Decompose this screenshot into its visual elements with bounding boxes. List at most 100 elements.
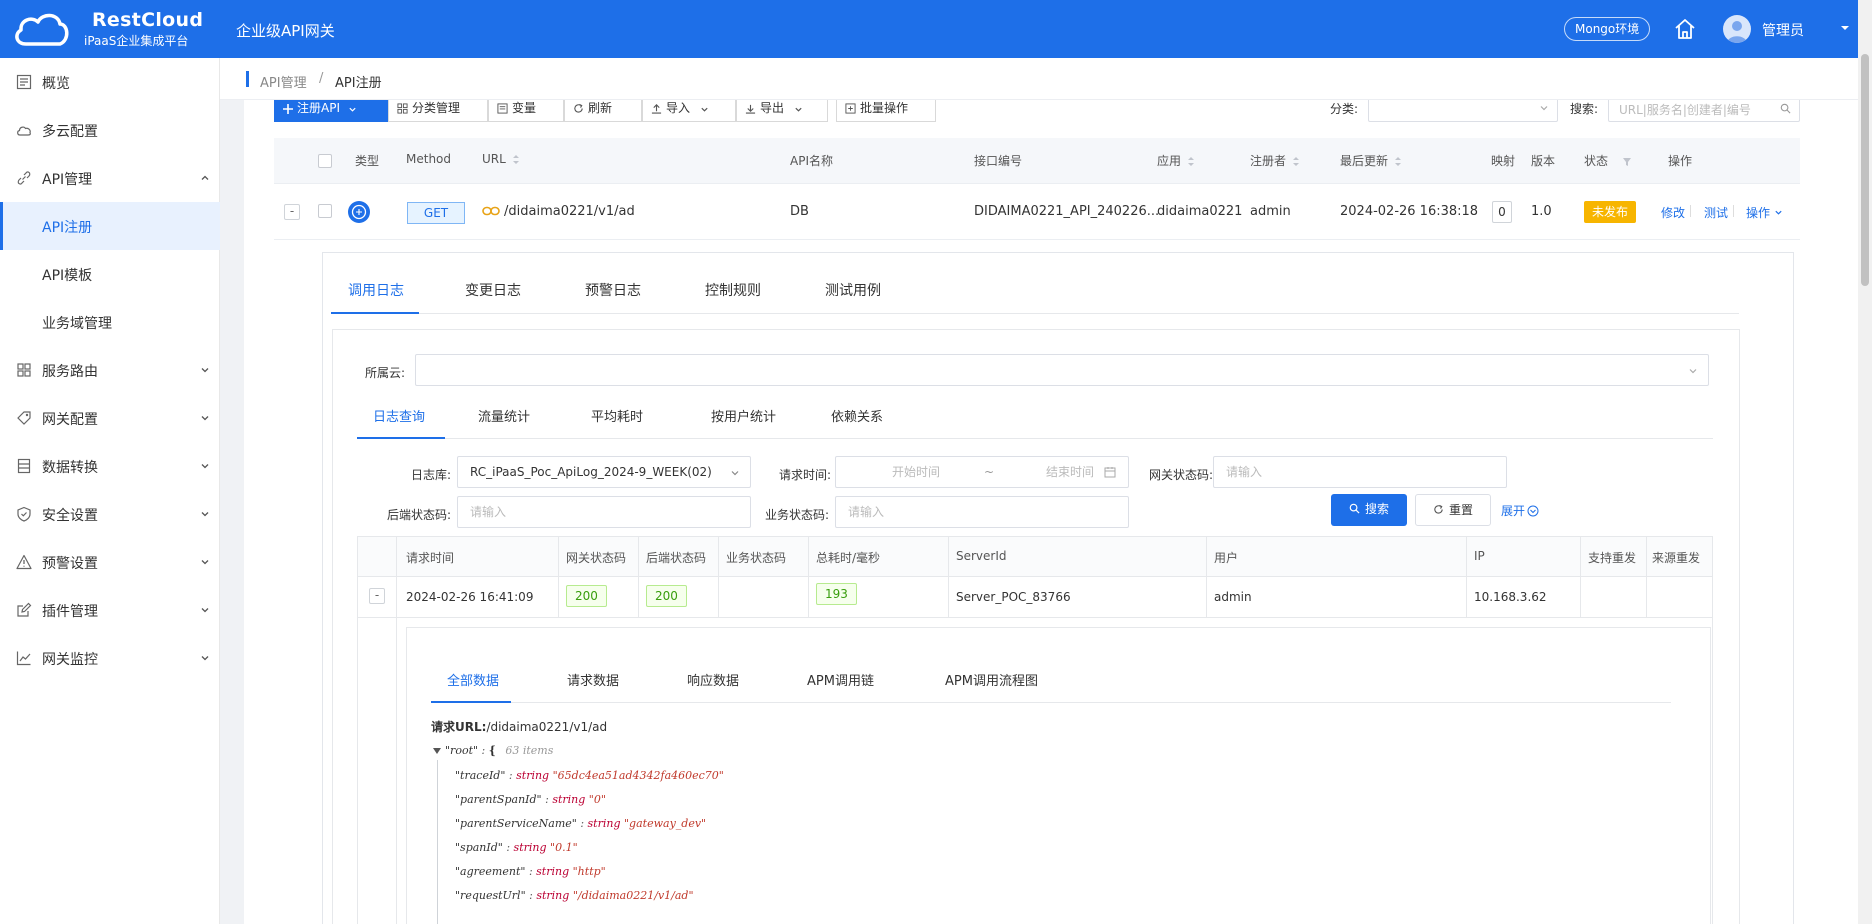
search-button[interactable]: 搜索 — [1331, 494, 1407, 526]
api-url[interactable]: /didaima0221/v1/ad — [504, 204, 635, 219]
chevron-down-icon — [201, 368, 209, 373]
sidebar-item-service-routing[interactable]: 服务路由 — [0, 346, 220, 394]
col-status-label: 状态 — [1584, 154, 1609, 168]
tab-avg-duration[interactable]: 平均耗时 — [591, 406, 643, 425]
chevron-down-icon[interactable] — [1839, 22, 1851, 34]
caret-down-icon[interactable] — [433, 747, 441, 755]
search-placeholder: URL|服务名|创建者|编号 — [1619, 103, 1751, 117]
tab-response-data[interactable]: 响应数据 — [687, 670, 739, 689]
active-tab-indicator — [331, 312, 419, 314]
sidebar-item-label: 数据转换 — [42, 460, 98, 476]
col-registrant[interactable]: 注册者 — [1250, 152, 1300, 169]
register-api-label: 注册API — [297, 101, 340, 115]
category-select[interactable] — [1368, 100, 1558, 122]
breadcrumb-current: API注册 — [335, 76, 382, 91]
batch-operation-button[interactable]: 批量操作 — [836, 100, 936, 122]
logdb-select[interactable]: RC_iPaaS_Poc_ApiLog_2024-9_WEEK(02) — [457, 456, 751, 488]
register-api-button[interactable]: 注册API — [274, 100, 388, 122]
scrollbar-thumb[interactable] — [1861, 54, 1869, 286]
backend-code-input[interactable]: 请输入 — [457, 496, 751, 528]
refresh-icon — [574, 103, 583, 113]
sidebar-item-plugin-management[interactable]: 插件管理 — [0, 586, 220, 634]
sidebar-item-data-transform[interactable]: 数据转换 — [0, 442, 220, 490]
json-line: "parentSpanId" : string "0" — [455, 793, 606, 806]
breadcrumb-root[interactable]: API管理 — [260, 72, 307, 91]
tab-traffic-stats[interactable]: 流量统计 — [478, 406, 530, 425]
sidebar-item-label: 多云配置 — [42, 124, 98, 140]
refresh-button[interactable]: 刷新 — [564, 100, 642, 122]
tab-log-query[interactable]: 日志查询 — [373, 406, 425, 425]
sidebar-item-api-management[interactable]: API管理 — [0, 154, 220, 202]
logdb-value: RC_iPaaS_Poc_ApiLog_2024-9_WEEK(02) — [470, 465, 712, 479]
avatar[interactable] — [1723, 15, 1751, 43]
sidebar-item-overview[interactable]: 概览 — [0, 58, 220, 106]
tab-all-data[interactable]: 全部数据 — [447, 670, 499, 689]
variable-button[interactable]: 变量 — [488, 100, 564, 122]
col-updated[interactable]: 最后更新 — [1340, 152, 1402, 169]
tab-user-stats[interactable]: 按用户统计 — [711, 406, 776, 425]
tab-alert-log[interactable]: 预警日志 — [585, 280, 641, 300]
api-table-row[interactable]: - GET /didaima0221/v1/ad DB DIDAIMA0221_… — [274, 184, 1800, 240]
edit-link[interactable]: 修改 — [1661, 204, 1685, 221]
col-registrant-label: 注册者 — [1250, 154, 1287, 168]
col-app[interactable]: 应用 — [1157, 152, 1195, 169]
row-checkbox[interactable] — [318, 204, 332, 218]
business-code-input[interactable]: 请输入 — [835, 496, 1129, 528]
sidebar-item-api-register[interactable]: API注册 — [0, 202, 220, 250]
expand-filters-link[interactable]: 展开 — [1501, 502, 1539, 519]
chevron-down-icon — [795, 107, 802, 112]
sidebar-item-alert-settings[interactable]: 预警设置 — [0, 538, 220, 586]
sidebar-item-multicloud[interactable]: 多云配置 — [0, 106, 220, 154]
json-value: "0" — [588, 793, 606, 806]
tab-call-log[interactable]: 调用日志 — [348, 280, 404, 300]
json-line: "parentServiceName" : string "gateway_de… — [455, 817, 707, 830]
sidebar-item-gateway-config[interactable]: 网关配置 — [0, 394, 220, 442]
warning-icon — [16, 554, 32, 570]
export-button[interactable]: 导出 — [736, 100, 828, 122]
filter-icon[interactable] — [1622, 157, 1632, 167]
environment-badge[interactable]: Mongo环境 — [1564, 17, 1651, 41]
breadcrumb-accent — [246, 71, 249, 87]
col-url[interactable]: URL — [482, 152, 520, 166]
tab-apm-flow[interactable]: APM调用流程图 — [945, 670, 1038, 689]
home-icon[interactable] — [1672, 16, 1698, 42]
col-status[interactable]: 状态 — [1584, 152, 1632, 169]
category-management-button[interactable]: 分类管理 — [388, 100, 488, 122]
select-all-checkbox[interactable] — [318, 154, 332, 168]
logdb-label: 日志库: — [411, 468, 452, 482]
action-divider — [1690, 205, 1691, 217]
tab-dependencies[interactable]: 依赖关系 — [831, 406, 883, 425]
log-col-gw-code: 网关状态码 — [566, 551, 627, 565]
tab-control-rules[interactable]: 控制规则 — [705, 280, 761, 300]
sidebar-item-label: 网关配置 — [42, 412, 98, 428]
search-input[interactable]: URL|服务名|创建者|编号 — [1608, 100, 1800, 122]
import-button[interactable]: 导入 — [642, 100, 736, 122]
cloud-select[interactable] — [415, 354, 1709, 386]
sidebar-item-business-domain[interactable]: 业务域管理 — [0, 298, 220, 346]
chevron-down-icon — [1689, 369, 1697, 374]
reset-button[interactable]: 重置 — [1415, 494, 1491, 526]
request-time-range[interactable]: 开始时间 ~ 结束时间 — [835, 456, 1129, 488]
cloud-logo-icon[interactable] — [12, 10, 70, 48]
sidebar-item-security[interactable]: 安全设置 — [0, 490, 220, 538]
search-icon[interactable] — [1780, 103, 1791, 114]
tab-request-data[interactable]: 请求数据 — [567, 670, 619, 689]
tab-change-log[interactable]: 变更日志 — [465, 280, 521, 300]
gateway-code-input[interactable]: 请输入 — [1213, 456, 1507, 488]
user-name[interactable]: 管理员 — [1762, 20, 1804, 40]
page-scrollbar[interactable] — [1858, 0, 1872, 924]
row-collapse-button[interactable]: - — [284, 204, 300, 220]
sidebar-item-label: API注册 — [42, 220, 93, 236]
active-tab-indicator — [357, 437, 445, 439]
log-row-collapse-button[interactable]: - — [369, 588, 385, 604]
sort-icon — [1293, 157, 1300, 166]
viewer-tabs-divider — [431, 702, 1671, 703]
more-actions-dropdown[interactable]: 操作 — [1746, 204, 1783, 221]
chart-icon — [16, 651, 31, 666]
tab-test-cases[interactable]: 测试用例 — [825, 280, 881, 300]
sidebar-item-api-template[interactable]: API模板 — [0, 250, 220, 298]
test-link[interactable]: 测试 — [1704, 204, 1728, 221]
tab-apm-chain[interactable]: APM调用链 — [807, 670, 874, 689]
json-type: string — [536, 865, 570, 878]
sidebar-item-gateway-monitor[interactable]: 网关监控 — [0, 634, 220, 682]
